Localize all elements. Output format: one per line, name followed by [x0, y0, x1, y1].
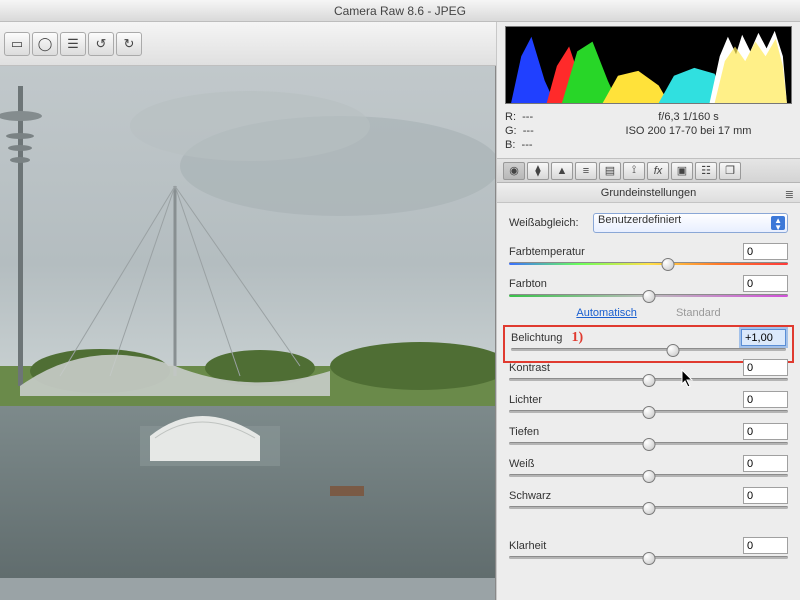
tab-snapshots-icon[interactable]: ❐: [719, 162, 741, 180]
tab-detail-icon[interactable]: ▲: [551, 162, 573, 180]
exposure-input[interactable]: [741, 329, 786, 346]
contrast-label: Kontrast: [509, 362, 550, 374]
shadows-slider[interactable]: [509, 442, 788, 445]
slider-thumb[interactable]: [642, 502, 655, 515]
highlights-slider[interactable]: [509, 410, 788, 413]
tool-list-icon[interactable]: ☰: [60, 32, 86, 56]
tool-circle-icon[interactable]: ◯: [32, 32, 58, 56]
temperature-input[interactable]: [743, 243, 788, 260]
shadows-input[interactable]: [743, 423, 788, 440]
wb-value: Benutzerdefiniert: [598, 214, 681, 226]
tint-label: Farbton: [509, 278, 547, 290]
contrast-input[interactable]: [743, 359, 788, 376]
top-toolbar: ▭ ◯ ☰ ↺ ↻: [0, 22, 496, 66]
shadows-label: Tiefen: [509, 426, 539, 438]
tool-rotate-left-icon[interactable]: ↺: [88, 32, 114, 56]
clarity-input[interactable]: [743, 537, 788, 554]
whites-label: Weiß: [509, 458, 534, 470]
wb-select[interactable]: Benutzerdefiniert ▲▼: [593, 213, 788, 233]
b-label: B:: [505, 139, 515, 151]
clarity-label: Klarheit: [509, 540, 546, 552]
tool-rect-icon[interactable]: ▭: [4, 32, 30, 56]
clarity-slider[interactable]: [509, 556, 788, 559]
tab-presets-icon[interactable]: ☷: [695, 162, 717, 180]
r-label: R:: [505, 111, 516, 123]
tool-rotate-right-icon[interactable]: ↻: [116, 32, 142, 56]
histogram: [505, 26, 792, 104]
tab-hsl-icon[interactable]: ≡: [575, 162, 597, 180]
blacks-slider[interactable]: [509, 506, 788, 509]
slider-thumb[interactable]: [642, 406, 655, 419]
tab-fx-icon[interactable]: fx: [647, 162, 669, 180]
highlights-input[interactable]: [743, 391, 788, 408]
exif-line2: ISO 200 17-70 bei 17 mm: [585, 124, 792, 138]
blacks-input[interactable]: [743, 487, 788, 504]
temperature-slider[interactable]: [509, 262, 788, 265]
slider-thumb[interactable]: [642, 290, 655, 303]
tint-input[interactable]: [743, 275, 788, 292]
exposure-label: Belichtung: [511, 332, 562, 344]
slider-thumb[interactable]: [667, 344, 680, 357]
auto-link[interactable]: Automatisch: [576, 307, 637, 319]
metadata-row: R: --- G: --- B: --- f/6,3 1/160 s ISO 2…: [497, 106, 800, 159]
chevron-updown-icon: ▲▼: [774, 217, 782, 231]
tab-curve-icon[interactable]: ⧫: [527, 162, 549, 180]
exif-line1: f/6,3 1/160 s: [585, 110, 792, 124]
slider-thumb[interactable]: [642, 438, 655, 451]
annotation-marker: 1): [571, 330, 583, 345]
slider-thumb[interactable]: [642, 470, 655, 483]
wb-label: Weißabgleich:: [509, 217, 587, 229]
panel-tabstrip: ◉ ⧫ ▲ ≡ ▤ ⟟ fx ▣ ☷ ❐: [497, 159, 800, 183]
highlights-label: Lichter: [509, 394, 542, 406]
slider-thumb[interactable]: [642, 374, 655, 387]
blacks-label: Schwarz: [509, 490, 551, 502]
standard-link[interactable]: Standard: [676, 307, 721, 319]
whites-slider[interactable]: [509, 474, 788, 477]
tab-basic-icon[interactable]: ◉: [503, 162, 525, 180]
slider-thumb[interactable]: [662, 258, 675, 271]
image-preview: [0, 66, 496, 600]
panel-menu-icon[interactable]: ≣: [785, 185, 794, 205]
whites-input[interactable]: [743, 455, 788, 472]
window-title: Camera Raw 8.6 - JPEG: [0, 0, 800, 22]
slider-thumb[interactable]: [642, 552, 655, 565]
tint-slider[interactable]: [509, 294, 788, 297]
tab-split-icon[interactable]: ▤: [599, 162, 621, 180]
temperature-label: Farbtemperatur: [509, 246, 585, 258]
panel-title: Grundeinstellungen ≣: [497, 183, 800, 203]
contrast-slider[interactable]: [509, 378, 788, 381]
tab-camera-icon[interactable]: ▣: [671, 162, 693, 180]
tab-lens-icon[interactable]: ⟟: [623, 162, 645, 180]
g-label: G:: [505, 125, 517, 137]
exposure-slider[interactable]: [511, 348, 786, 351]
